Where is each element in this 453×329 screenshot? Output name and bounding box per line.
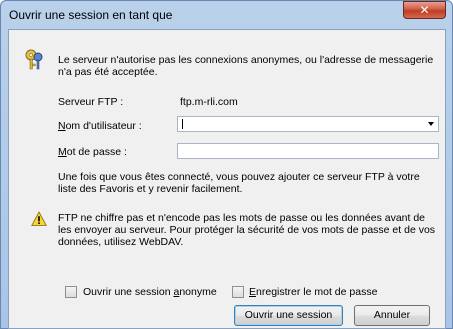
save-password-label[interactable]: Enregistrer le mot de passe: [249, 286, 377, 298]
info-text: Une fois que vous êtes connecté, vous po…: [58, 171, 420, 195]
save-password-accel: E: [249, 286, 257, 298]
anonymous-label[interactable]: Ouvrir une session anonyme: [83, 286, 217, 298]
cancel-button[interactable]: Annuler: [354, 305, 430, 326]
username-label-text: om d'utilisateur :: [65, 120, 142, 132]
keys-icon: [23, 48, 47, 72]
username-combobox[interactable]: [177, 116, 439, 132]
warning-text: FTP ne chiffre pas et n'encode pas les m…: [58, 212, 436, 248]
anonymous-label-rest: nonyme: [179, 286, 217, 298]
username-accel: N: [58, 120, 66, 132]
password-field[interactable]: [177, 143, 439, 159]
window-title: Ouvrir une session en tant que: [9, 8, 173, 22]
dropdown-arrow-icon[interactable]: [428, 122, 434, 126]
close-button[interactable]: ✕: [403, 1, 446, 19]
save-password-checkbox[interactable]: [232, 286, 244, 298]
title-bar[interactable]: Ouvrir une session en tant que ✕: [1, 1, 452, 29]
message-text: Le serveur n'autorise pas les connexions…: [58, 54, 434, 78]
password-label: Mot de passe :: [58, 146, 127, 158]
save-password-label-text: nregistrer le mot de passe: [256, 286, 378, 298]
warning-icon: [31, 211, 47, 227]
anonymous-checkbox[interactable]: [65, 286, 77, 298]
password-label-text: ot de passe :: [66, 146, 127, 158]
password-accel: M: [58, 146, 67, 158]
server-value: ftp.m-rli.com: [180, 96, 238, 108]
login-dialog: Ouvrir une session en tant que ✕ Le serv…: [0, 0, 453, 329]
anonymous-label-text: Ouvrir une session: [83, 286, 174, 298]
username-label: Nom d'utilisateur :: [58, 120, 142, 132]
close-icon: ✕: [419, 3, 430, 17]
dialog-body: Le serveur n'autorise pas les connexions…: [8, 29, 446, 329]
login-button[interactable]: Ouvrir une session: [234, 305, 343, 326]
server-label: Serveur FTP :: [58, 96, 124, 108]
text-cursor: [182, 119, 183, 129]
